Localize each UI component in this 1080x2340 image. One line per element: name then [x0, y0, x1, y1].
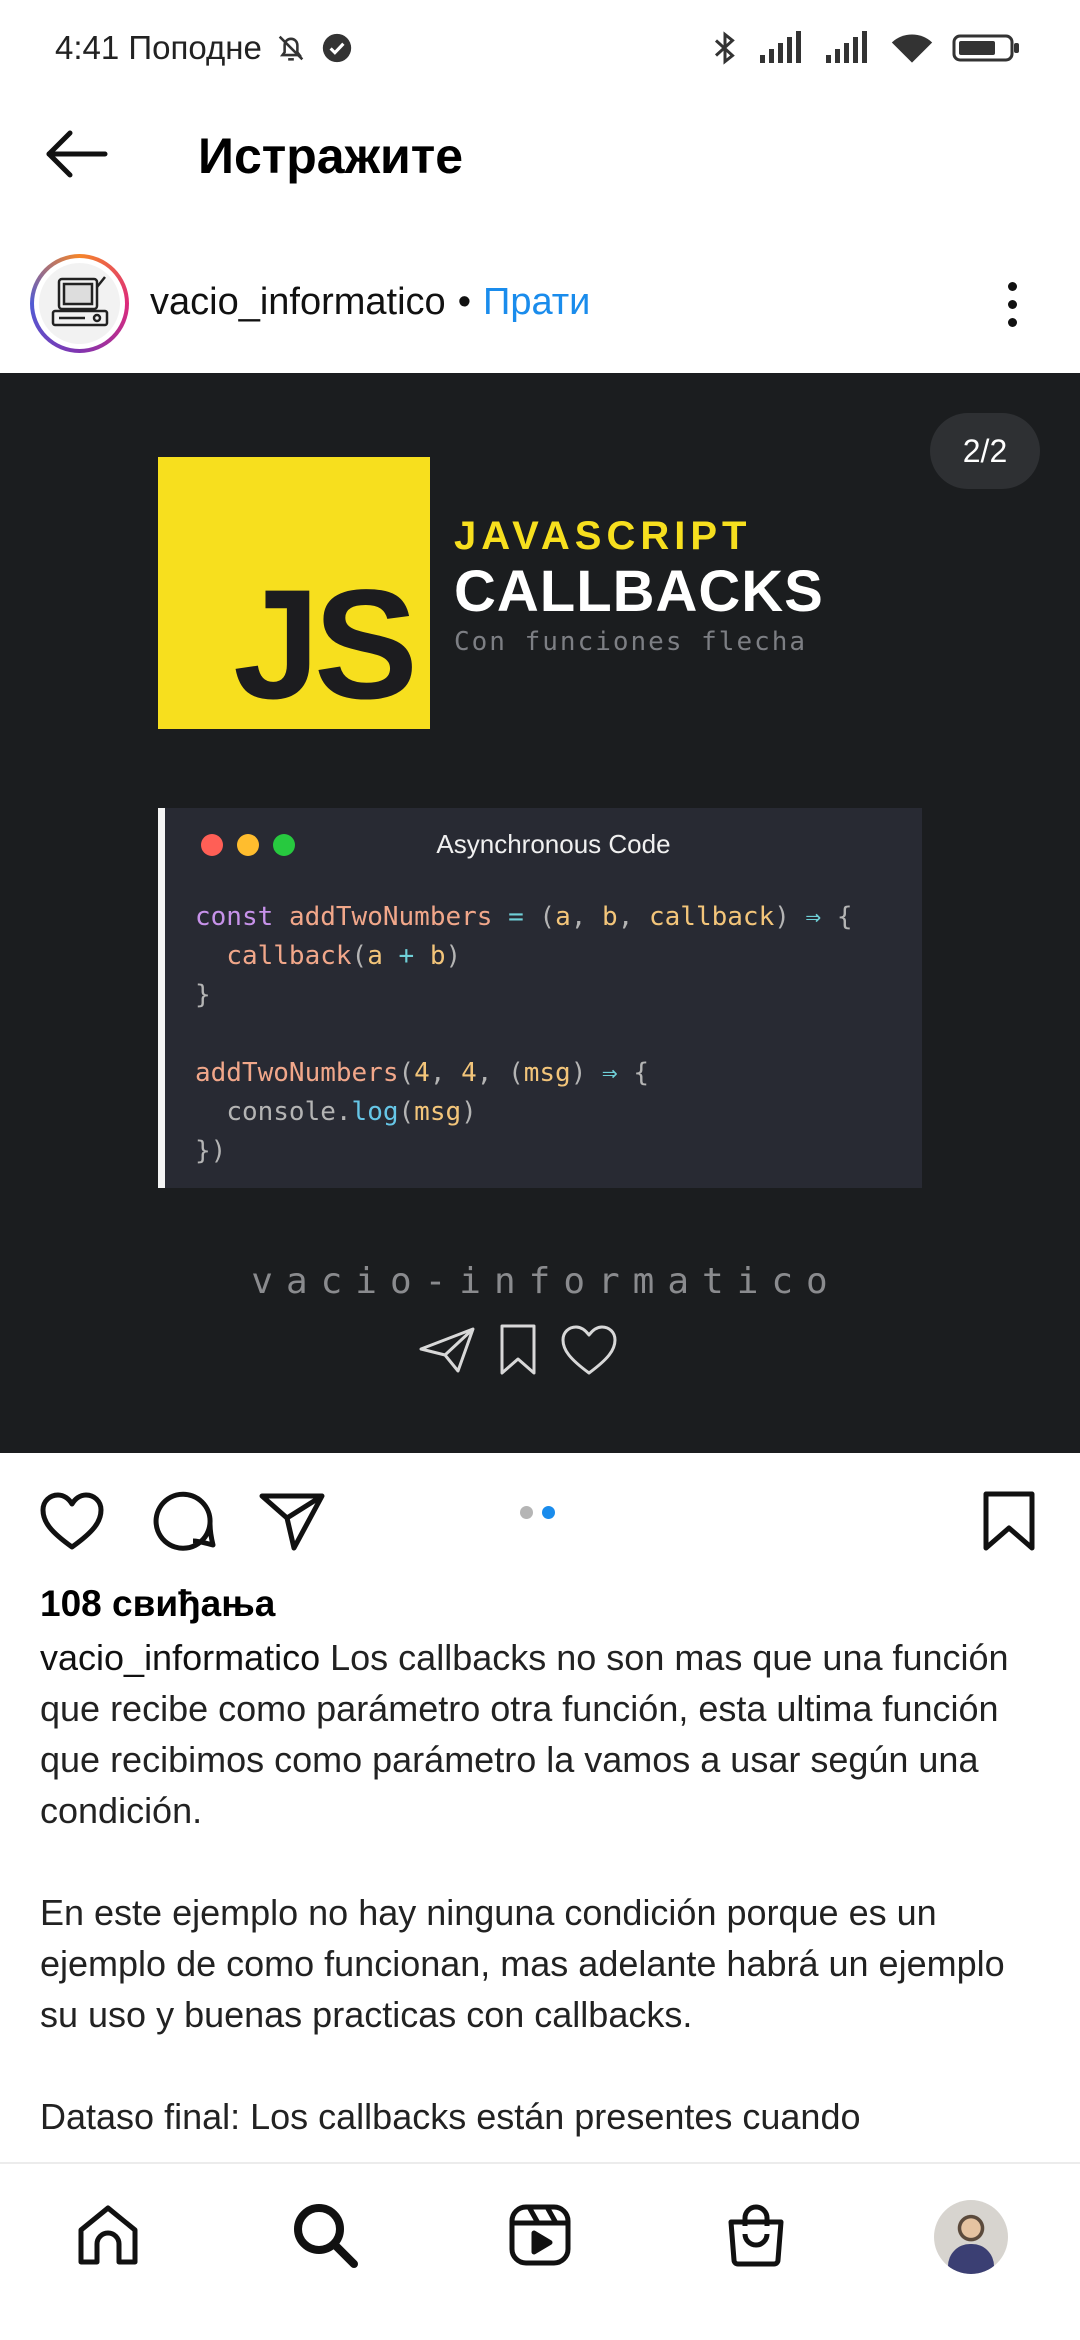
- code-line: }: [195, 980, 211, 1010]
- arrow-left-icon: [43, 129, 109, 184]
- battery-icon: [952, 31, 1022, 65]
- status-bar: 4:41 Поподне: [0, 0, 1080, 96]
- status-time: 4:41 Поподне: [55, 29, 262, 66]
- send-icon: [259, 1490, 325, 1557]
- post-username[interactable]: vacio_informatico: [150, 277, 446, 327]
- save-button[interactable]: [973, 1487, 1045, 1559]
- js-logo: JS: [158, 457, 430, 732]
- share-button[interactable]: [256, 1487, 328, 1559]
- shop-icon: [725, 2202, 787, 2273]
- mute-bell-icon: [274, 31, 308, 65]
- code-block: const addTwoNumbers = (a, b, callback) ⇒…: [195, 898, 853, 1171]
- author-avatar[interactable]: [30, 254, 129, 353]
- nav-profile[interactable]: [926, 2192, 1016, 2282]
- caption-text-2: En este ejemplo no hay ninguna condición…: [40, 1892, 1005, 2035]
- media-title-line1: JAVASCRIPT: [454, 514, 752, 558]
- heart-icon: [39, 1491, 105, 1556]
- code-line: const addTwoNumbers = (a, b, callback) ⇒…: [195, 902, 853, 932]
- page-title: Истражите: [198, 128, 464, 184]
- code-line: callback(a + b): [226, 941, 462, 971]
- home-icon: [75, 2202, 141, 2273]
- code-line: }): [195, 1136, 227, 1166]
- search-icon: [291, 2201, 359, 2274]
- reels-icon: [507, 2202, 573, 2273]
- bookmark-icon: [498, 1323, 538, 1382]
- carousel-dot: [520, 1506, 533, 1519]
- nav-home[interactable]: [63, 2192, 153, 2282]
- post-header: vacio_informatico • Прати: [0, 242, 1080, 362]
- media-footer-icons: [418, 1323, 618, 1382]
- comment-icon: [152, 1489, 216, 1558]
- carousel-counter: 2/2: [930, 413, 1040, 489]
- bookmark-icon: [982, 1490, 1036, 1557]
- media-watermark: vacio-informatico: [251, 1261, 841, 1302]
- profile-avatar: [934, 2200, 1008, 2274]
- post-caption: vacio_informatico Los callbacks no son m…: [40, 1632, 1050, 2162]
- code-window: Asynchronous Code const addTwoNumbers = …: [158, 808, 922, 1188]
- carousel-indicator: [520, 1506, 555, 1519]
- separator-dot: •: [457, 281, 471, 323]
- follow-button[interactable]: Прати: [483, 277, 590, 327]
- comment-button[interactable]: [148, 1487, 220, 1559]
- nav-shop[interactable]: [711, 2192, 801, 2282]
- nav-reels[interactable]: [495, 2192, 585, 2282]
- likes-count[interactable]: 108 свиђања: [40, 1576, 275, 1632]
- media-title-line3: Con funciones flecha: [454, 627, 808, 657]
- signal-icon: [758, 31, 806, 65]
- more-vertical-icon: [1007, 281, 1017, 291]
- top-nav: Истражите: [0, 96, 1080, 216]
- like-button[interactable]: [36, 1487, 108, 1559]
- send-icon: [418, 1325, 476, 1380]
- media-title-line2: CALLBACKS: [454, 559, 824, 624]
- signal-icon: [824, 31, 872, 65]
- more-options-button[interactable]: [990, 272, 1034, 336]
- code-line: console.log(msg): [226, 1097, 477, 1127]
- status-left: 4:41 Поподне: [55, 29, 354, 67]
- heart-icon: [560, 1324, 618, 1381]
- post-media[interactable]: 2/2 JS JAVASCRIPT CALLBACKS Con funcione…: [0, 373, 1080, 1453]
- caption-username[interactable]: vacio_informatico: [40, 1637, 320, 1678]
- bluetooth-icon: [710, 30, 740, 66]
- caption-text-3: Dataso final: Los callbacks están presen…: [40, 2096, 861, 2137]
- back-button[interactable]: [40, 124, 112, 188]
- media-title-block: JAVASCRIPT CALLBACKS Con funciones flech…: [454, 513, 824, 659]
- js-logo-text: JS: [233, 558, 418, 732]
- code-line: addTwoNumbers(4, 4, (msg) ⇒ {: [195, 1058, 649, 1088]
- status-right: [710, 30, 1022, 66]
- bottom-nav: [0, 2162, 1080, 2340]
- carousel-dot-active: [542, 1506, 555, 1519]
- code-window-title: Asynchronous Code: [436, 829, 671, 859]
- nav-search[interactable]: [280, 2192, 370, 2282]
- post-author-row: vacio_informatico • Прати: [150, 277, 590, 327]
- wifi-icon: [890, 31, 934, 65]
- check-badge-icon: [320, 31, 354, 65]
